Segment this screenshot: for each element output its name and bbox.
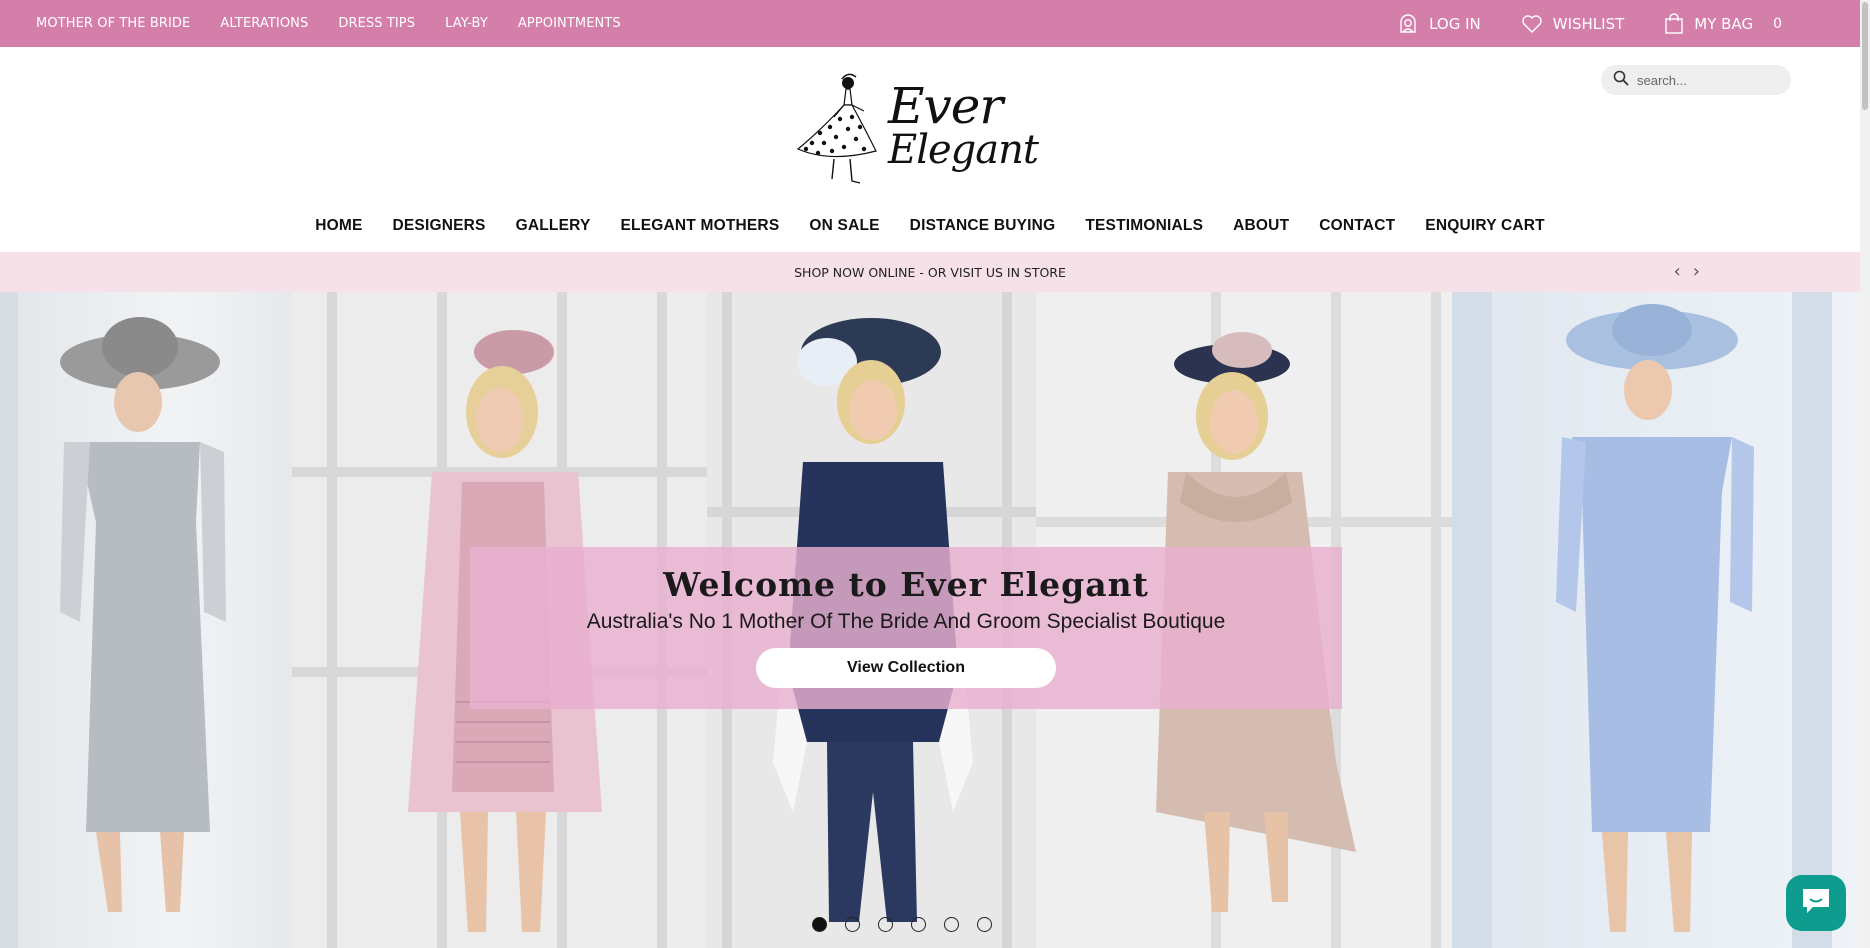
nav-item-designers[interactable]: DESIGNERS xyxy=(393,217,486,235)
promo-bar: SHOP NOW ONLINE - OR VISIT US IN STORE ‹… xyxy=(0,252,1860,292)
hero-title: Welcome to Ever Elegant xyxy=(663,565,1149,604)
wishlist-label: WISHLIST xyxy=(1552,14,1625,33)
nav-item-enquiry-cart[interactable]: ENQUIRY CART xyxy=(1425,217,1545,235)
search-box xyxy=(1601,65,1791,95)
bag-icon xyxy=(1664,12,1684,35)
top-utility-bar: MOTHER OF THE BRIDE ALTERATIONS DRESS TI… xyxy=(0,0,1860,47)
slide-dot-1[interactable] xyxy=(812,917,827,932)
top-link-dress-tips[interactable]: DRESS TIPS xyxy=(338,16,415,31)
nav-item-about[interactable]: ABOUT xyxy=(1233,217,1289,235)
site-logo[interactable]: Ever Elegant xyxy=(790,71,1039,189)
nav-item-distance-buying[interactable]: DISTANCE BUYING xyxy=(910,217,1056,235)
nav-item-home[interactable]: HOME xyxy=(315,217,362,235)
nav-item-elegant-mothers[interactable]: ELEGANT MOTHERS xyxy=(621,217,780,235)
nav-item-contact[interactable]: CONTACT xyxy=(1319,217,1395,235)
slide-dot-2[interactable] xyxy=(845,917,860,932)
slide-dot-6[interactable] xyxy=(977,917,992,932)
promo-prev-button[interactable]: ‹ xyxy=(1674,262,1681,282)
login-label: LOG IN xyxy=(1429,14,1481,33)
slide-dot-4[interactable] xyxy=(911,917,926,932)
wishlist-link[interactable]: WISHLIST xyxy=(1521,14,1625,34)
hero-subtitle: Australia's No 1 Mother Of The Bride And… xyxy=(586,610,1226,633)
promo-next-button[interactable]: › xyxy=(1693,262,1700,282)
slide-dot-5[interactable] xyxy=(944,917,959,932)
main-navigation: HOME DESIGNERS GALLERY ELEGANT MOTHERS O… xyxy=(0,217,1860,235)
slide-indicators xyxy=(812,917,992,932)
view-collection-button[interactable]: View Collection xyxy=(756,648,1056,688)
slide-dot-3[interactable] xyxy=(878,917,893,932)
nav-item-on-sale[interactable]: ON SALE xyxy=(809,217,879,235)
bag-link[interactable]: MY BAG 0 xyxy=(1664,12,1782,35)
hero-card: Welcome to Ever Elegant Australia's No 1… xyxy=(470,547,1342,709)
scrollbar-thumb[interactable] xyxy=(1862,2,1868,110)
site-header: Ever Elegant HOME DESIGNERS GALLERY ELEG… xyxy=(0,47,1860,252)
promo-text: SHOP NOW ONLINE - OR VISIT US IN STORE xyxy=(794,264,1066,280)
account-links: LOG IN WISHLIST MY BAG 0 xyxy=(1397,12,1782,35)
chat-button[interactable] xyxy=(1786,875,1846,931)
bag-count-badge: 0 xyxy=(1773,15,1782,32)
promo-controls: ‹ › xyxy=(1674,262,1700,282)
page-scrollbar[interactable] xyxy=(1860,0,1870,948)
top-link-mother-of-the-bride[interactable]: MOTHER OF THE BRIDE xyxy=(36,16,190,31)
user-icon xyxy=(1397,13,1419,35)
bag-label: MY BAG xyxy=(1694,14,1754,33)
nav-item-testimonials[interactable]: TESTIMONIALS xyxy=(1085,217,1203,235)
page: MOTHER OF THE BRIDE ALTERATIONS DRESS TI… xyxy=(0,0,1870,948)
chat-icon xyxy=(1799,885,1833,921)
hero-image-blue-dress xyxy=(1452,292,1860,948)
top-link-lay-by[interactable]: LAY-BY xyxy=(445,16,488,31)
hero-slideshow: Welcome to Ever Elegant Australia's No 1… xyxy=(0,292,1860,948)
nav-item-gallery[interactable]: GALLERY xyxy=(516,217,591,235)
hero-image-silver-dress xyxy=(0,292,292,948)
login-link[interactable]: LOG IN xyxy=(1397,13,1481,35)
logo-text-line2: Elegant xyxy=(888,127,1039,173)
top-link-appointments[interactable]: APPOINTMENTS xyxy=(518,16,621,31)
top-links: MOTHER OF THE BRIDE ALTERATIONS DRESS TI… xyxy=(36,16,621,31)
top-link-alterations[interactable]: ALTERATIONS xyxy=(220,16,308,31)
search-input[interactable] xyxy=(1637,72,1777,88)
search-icon[interactable] xyxy=(1613,70,1629,90)
heart-icon xyxy=(1521,14,1543,34)
logo-illustration xyxy=(796,73,877,184)
